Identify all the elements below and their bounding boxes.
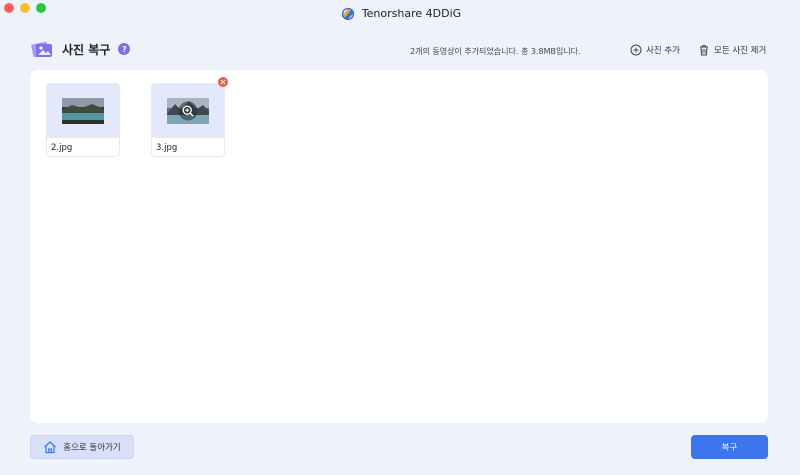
zoom-in-icon[interactable] xyxy=(178,101,198,121)
remove-all-label: 모든 사진 제거 xyxy=(714,46,767,56)
remove-all-photos-button[interactable]: 모든 사진 제거 xyxy=(698,44,766,56)
file-card[interactable]: 2.jpg xyxy=(46,83,120,157)
home-icon xyxy=(44,441,57,454)
status-text: 2개의 동영상이 추가되었습니다. 총 3.8MB입니다. xyxy=(410,47,581,56)
minimize-window-button[interactable] xyxy=(20,3,30,13)
recover-label: 복구 xyxy=(721,443,738,453)
plus-circle-icon xyxy=(630,44,642,56)
trash-icon xyxy=(700,45,708,56)
app-logo-icon xyxy=(341,7,355,20)
close-window-button[interactable] xyxy=(4,3,14,13)
file-thumbnail xyxy=(47,84,119,138)
maximize-window-button[interactable] xyxy=(36,3,46,13)
help-icon[interactable]: ? xyxy=(118,43,131,55)
app-title: Tenorshare 4DDiG xyxy=(339,4,461,22)
file-name: 3.jpg xyxy=(156,143,178,153)
remove-file-button[interactable] xyxy=(218,77,228,87)
add-photo-button[interactable]: 사진 추가 xyxy=(630,44,680,56)
window-controls xyxy=(4,3,46,13)
close-icon xyxy=(220,79,226,85)
page-title: 사진 복구 xyxy=(62,42,111,57)
header-left: 사진 복구 ? xyxy=(30,38,131,60)
title-bar: Tenorshare 4DDiG xyxy=(0,0,800,24)
back-to-home-label: 홈으로 돌아가기 xyxy=(63,443,121,453)
file-name: 2.jpg xyxy=(51,143,73,153)
file-card[interactable]: 3.jpg xyxy=(151,83,225,157)
recover-button[interactable]: 복구 xyxy=(691,435,768,459)
landscape-photo-thumbnail xyxy=(62,98,104,124)
file-list-panel: 2.jpg 3.jpg xyxy=(30,70,768,423)
app-title-text: Tenorshare 4DDiG xyxy=(361,6,462,20)
file-thumbnail xyxy=(152,84,224,138)
photo-recovery-icon xyxy=(31,41,52,58)
add-photo-label: 사진 추가 xyxy=(646,46,680,56)
back-to-home-button[interactable]: 홈으로 돌아가기 xyxy=(30,435,134,459)
page-header: 사진 복구 ? 2개의 동영상이 추가되었습니다. 총 3.8MB입니다. 사진… xyxy=(30,36,768,66)
